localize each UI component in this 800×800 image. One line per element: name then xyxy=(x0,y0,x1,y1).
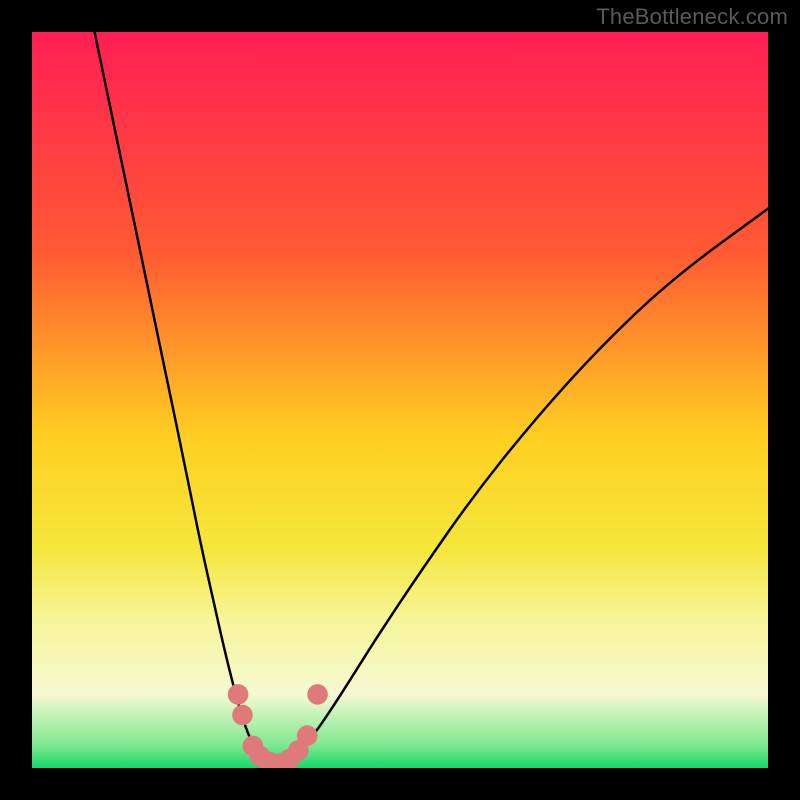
plot-area xyxy=(32,32,768,768)
marker-point xyxy=(232,705,253,726)
chart-frame: TheBottleneck.com xyxy=(0,0,800,800)
watermark-label: TheBottleneck.com xyxy=(596,4,788,30)
chart-svg xyxy=(32,32,768,768)
marker-point xyxy=(297,725,318,746)
marker-point xyxy=(307,684,328,705)
gradient-background xyxy=(32,32,768,768)
marker-point xyxy=(228,684,249,705)
